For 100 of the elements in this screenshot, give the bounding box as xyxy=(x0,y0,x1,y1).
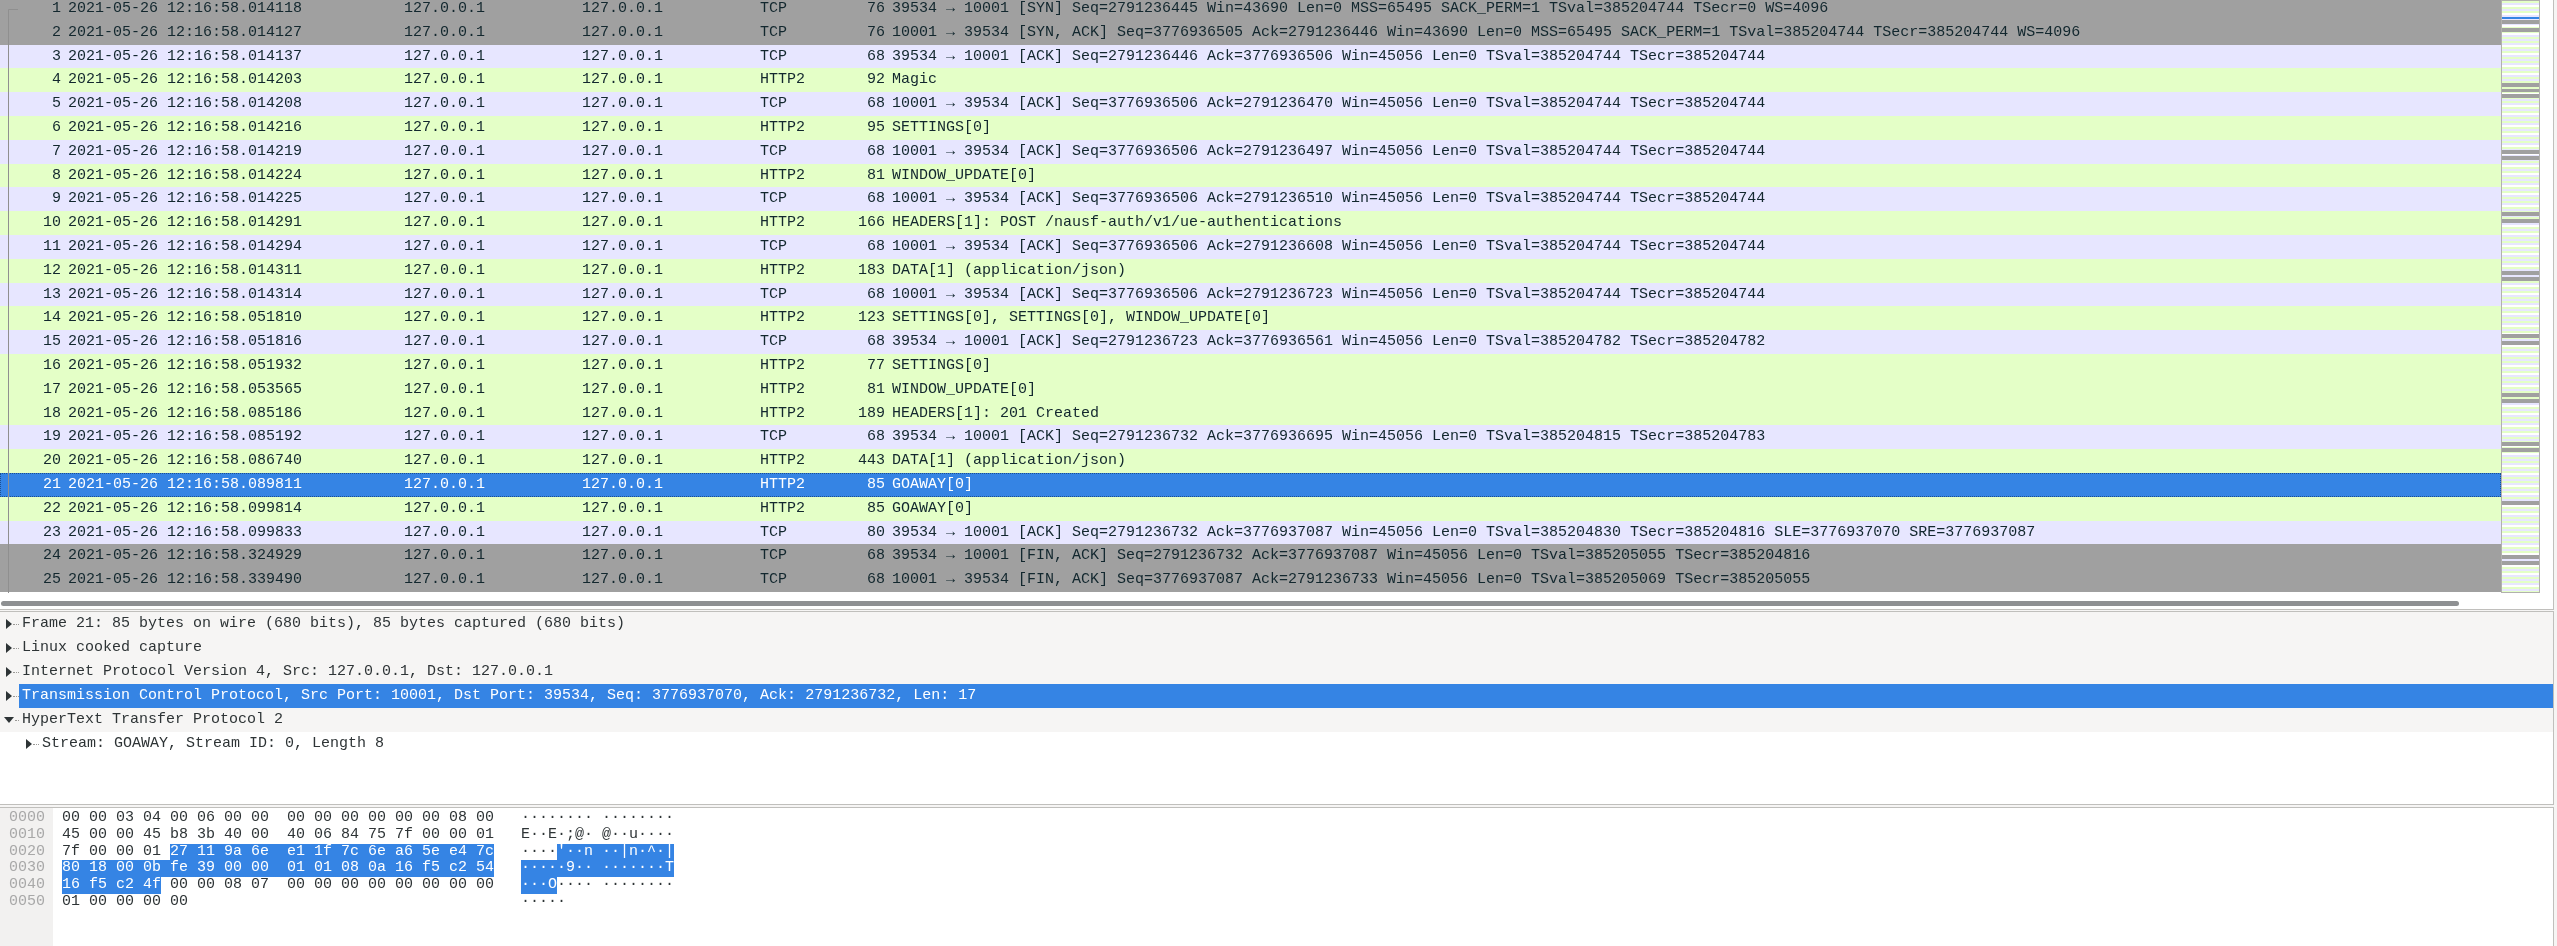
tree-item-label[interactable]: Linux cooked capture xyxy=(19,636,206,660)
packet-number: 13 xyxy=(43,285,61,303)
info-text: GOAWAY[0] xyxy=(892,499,973,517)
timestamp-text: 2021-05-26 12:16:58.014311 xyxy=(68,261,303,279)
ip-address: 127.0.0.1 xyxy=(582,452,663,470)
packet-row[interactable]: 8 2021-05-26 12:16:58.014224 127.0.0.1 127.0.0.1 HTTP2 81 WINDOW_UPDATE[0] xyxy=(0,163,2501,188)
ascii-text[interactable]: ···O xyxy=(521,877,557,894)
packet-row[interactable]: 6 2021-05-26 12:16:58.014216 127.0.0.1 127.0.0.1 HTTP2 95 SETTINGS[0] xyxy=(0,116,2501,140)
packet-row[interactable]: 25 2021-05-26 12:16:58.339490 127.0.0.1 127.0.0.1 TCP 68 10001 → 39534 [FIN, ACK] Seq=3776937087 Ack=2791236733 Win=45056 Len=0 TSval=385205069 TSecr=385205055 xyxy=(0,568,2501,592)
ip-address: 127.0.0.1 xyxy=(582,475,663,493)
packet-row[interactable]: 15 2021-05-26 12:16:58.051816 127.0.0.1 127.0.0.1 TCP 68 39534 → 10001 [ACK] Seq=2791236723 Ack=3776936561 Win=45056 Len=0 TSval=385204782 TSecr=385204782 xyxy=(0,330,2501,354)
info-text: SETTINGS[0] xyxy=(892,119,992,136)
hex-bytes[interactable]: 00 00 03 04 00 06 00 00 00 00 00 00 00 00 08 00 xyxy=(62,810,495,827)
ascii-text[interactable]: ····· xyxy=(521,894,566,911)
packet-row[interactable]: 5 2021-05-26 12:16:58.014208 127.0.0.1 127.0.0.1 TCP 68 10001 → 39534 [ACK] Seq=3776936506 Ack=2791236470 Win=45056 Len=0 TSval=385204744 TSecr=385204744 xyxy=(0,92,2501,116)
timestamp-text: 2021-05-26 12:16:58.014294 xyxy=(68,237,303,255)
ip-address: 127.0.0.1 xyxy=(582,47,663,65)
packet-row[interactable]: 13 2021-05-26 12:16:58.014314 127.0.0.1 127.0.0.1 TCP 68 10001 → 39534 [ACK] Seq=3776936506 Ack=2791236723 Win=45056 Len=0 TSval=385204744 TSecr=385204744 xyxy=(0,282,2501,307)
packet-row[interactable]: 20 2021-05-26 12:16:58.086740 127.0.0.1 127.0.0.1 HTTP2 443 DATA[1] (application/json) xyxy=(0,449,2501,473)
protocol-name: TCP xyxy=(760,23,787,41)
packet-row[interactable]: 9 2021-05-26 12:16:58.014225 127.0.0.1 127.0.0.1 TCP 68 10001 → 39534 [ACK] Seq=3776936506 Ack=2791236510 Win=45056 Len=0 TSval=385204744 TSecr=385204744 xyxy=(0,187,2501,212)
horizontal-scrollbar-thumb[interactable] xyxy=(1,601,2459,606)
packet-number: 1 xyxy=(52,0,61,17)
packet-row[interactable]: 7 2021-05-26 12:16:58.014219 127.0.0.1 127.0.0.1 TCP 68 10001 → 39534 [ACK] Seq=3776936506 Ack=2791236497 Win=45056 Len=0 TSval=385204744 TSecr=385204744 xyxy=(0,139,2501,164)
length-value: 68 xyxy=(867,428,885,446)
protocol-name: HTTP2 xyxy=(760,71,805,89)
packet-row[interactable]: 21 2021-05-26 12:16:58.089811 127.0.0.1 127.0.0.1 HTTP2 85 GOAWAY[0] xyxy=(0,472,2501,497)
packet-row[interactable]: 3 2021-05-26 12:16:58.014137 127.0.0.1 127.0.0.1 TCP 68 39534 → 10001 [ACK] Seq=2791236446 Ack=3776936506 Win=45056 Len=0 TSval=385204744 TSecr=385204744 xyxy=(0,44,2501,69)
tree-item-label[interactable]: Frame 21: 85 bytes on wire (680 bits), 85 bytes captured (680 bits) xyxy=(19,612,629,636)
packet-number: 17 xyxy=(43,380,61,398)
hex-bytes[interactable]: 45 00 00 45 b8 3b 40 00 40 06 84 75 7f 00 00 01 xyxy=(62,826,495,844)
length-value: 80 xyxy=(867,523,885,541)
tree-item-label[interactable]: Transmission Control Protocol, Src Port: 10001, Dst Port: 39534, Seq: 3776937070, Ack: 2791236732, Len: 17 xyxy=(19,684,2553,708)
packet-row[interactable]: 16 2021-05-26 12:16:58.051932 127.0.0.1 127.0.0.1 HTTP2 77 SETTINGS[0] xyxy=(0,353,2501,378)
hex-bytes[interactable]: 27 11 9a 6e e1 1f 7c 6e a6 5e e4 7c xyxy=(170,843,495,861)
info-text: Magic xyxy=(892,71,937,89)
ascii-text[interactable]: ········ ········ xyxy=(521,810,675,827)
length-value: 68 xyxy=(867,190,885,208)
packet-row[interactable]: 1 2021-05-26 12:16:58.014118 127.0.0.1 127.0.0.1 TCP 76 39534 → 10001 [SYN] Seq=2791236445 Win=43690 Len=0 MSS=65495 SACK_PERM=1 TSval=385204744 TSecr=0 WS=4096 xyxy=(0,0,2501,21)
hex-bytes[interactable]: 7f 00 00 01 xyxy=(62,843,162,861)
packet-row[interactable]: 22 2021-05-26 12:16:58.099814 127.0.0.1 127.0.0.1 HTTP2 85 GOAWAY[0] xyxy=(0,496,2501,521)
packet-row[interactable]: 14 2021-05-26 12:16:58.051810 127.0.0.1 127.0.0.1 HTTP2 123 SETTINGS[0], SETTINGS[0], WINDOW_UPDATE[0] xyxy=(0,306,2501,331)
ascii-text[interactable]: ···· ········ xyxy=(557,877,675,894)
ip-address: 127.0.0.1 xyxy=(582,237,663,255)
packet-minimap-drawing[interactable] xyxy=(2501,0,2540,593)
tree-item-label[interactable]: Stream: GOAWAY, Stream ID: 0, Length 8 xyxy=(39,732,388,756)
tree-item-label[interactable]: Internet Protocol Version 4, Src: 127.0.0.1, Dst: 127.0.0.1 xyxy=(19,660,557,684)
offset-label: 0030 xyxy=(9,860,45,878)
ip-address: 127.0.0.1 xyxy=(582,166,663,184)
caret-down-icon[interactable] xyxy=(4,717,14,723)
packet-row[interactable]: 4 2021-05-26 12:16:58.014203 127.0.0.1 127.0.0.1 HTTP2 92 Magic xyxy=(0,68,2501,93)
packet-row[interactable]: 19 2021-05-26 12:16:58.085192 127.0.0.1 127.0.0.1 TCP 68 39534 → 10001 [ACK] Seq=2791236732 Ack=3776936695 Win=45056 Len=0 TSval=385204815 TSecr=385204783 xyxy=(0,425,2501,450)
packet-number: 8 xyxy=(52,166,61,184)
caret-right-icon[interactable] xyxy=(6,619,12,629)
caret-right-icon[interactable] xyxy=(6,667,12,677)
ascii-text[interactable]: '··n ··|n·^·| xyxy=(557,843,675,861)
ascii-text[interactable]: ···· xyxy=(521,843,557,861)
ip-address: 127.0.0.1 xyxy=(404,142,485,160)
packet-row[interactable]: 18 2021-05-26 12:16:58.085186 127.0.0.1 127.0.0.1 HTTP2 189 HEADERS[1]: 201 Created xyxy=(0,401,2501,426)
timestamp-text: 2021-05-26 12:16:58.014208 xyxy=(68,95,303,113)
packet-row[interactable]: 12 2021-05-26 12:16:58.014311 127.0.0.1 127.0.0.1 HTTP2 183 DATA[1] (application/json) xyxy=(0,258,2501,283)
timestamp-text: 2021-05-26 12:16:58.339490 xyxy=(68,571,303,589)
packet-row[interactable]: 10 2021-05-26 12:16:58.014291 127.0.0.1 127.0.0.1 HTTP2 166 HEADERS[1]: POST /nausf-auth/v1/ue-authentications xyxy=(0,211,2501,235)
packet-row[interactable]: 2 2021-05-26 12:16:58.014127 127.0.0.1 127.0.0.1 TCP 76 10001 → 39534 [SYN, ACK] Seq=3776936505 Ack=2791236446 Win=43690 Len=0 MSS=65495 SACK_PERM=1 TSval=385204744 TSecr=385204744 WS=4096 xyxy=(0,20,2501,45)
hex-bytes[interactable]: 01 00 00 00 00 xyxy=(62,894,189,911)
packet-number: 16 xyxy=(43,356,61,374)
offset-label: 0040 xyxy=(9,877,45,894)
ip-address: 127.0.0.1 xyxy=(582,309,663,327)
length-value: 189 xyxy=(858,404,885,422)
caret-right-icon[interactable] xyxy=(6,643,12,653)
packet-row[interactable]: 23 2021-05-26 12:16:58.099833 127.0.0.1 127.0.0.1 TCP 80 39534 → 10001 [ACK] Seq=2791236732 Ack=3776937087 Win=45056 Len=0 TSval=385204830 TSecr=385204816 SLE=3776937070 SRE=3776937087 xyxy=(0,520,2501,545)
ip-address: 127.0.0.1 xyxy=(404,23,485,41)
protocol-name: TCP xyxy=(760,0,787,17)
caret-right-icon[interactable] xyxy=(26,739,32,749)
packet-row[interactable]: 17 2021-05-26 12:16:58.053565 127.0.0.1 127.0.0.1 HTTP2 81 WINDOW_UPDATE[0] xyxy=(0,377,2501,402)
packet-number: 18 xyxy=(43,404,61,422)
ip-address: 127.0.0.1 xyxy=(404,523,485,541)
info-text: 39534 → 10001 [ACK] Seq=2791236723 Ack=3776936561 Win=45056 Len=0 TSval=385204782 TSecr=385204782 xyxy=(892,333,1766,351)
hex-bytes[interactable]: 80 18 00 0b fe 39 00 00 01 01 08 0a 16 f5 c2 54 xyxy=(62,860,495,878)
ascii-text[interactable]: E··E·;@· @··u···· xyxy=(521,826,675,844)
ascii-text[interactable]: ·····9·· ·······T xyxy=(521,860,675,878)
packet-row[interactable]: 24 2021-05-26 12:16:58.324929 127.0.0.1 127.0.0.1 TCP 68 39534 → 10001 [FIN, ACK] Seq=2791236732 Ack=3776937087 Win=45056 Len=0 TSval=385205055 TSecr=385204816 xyxy=(0,544,2501,569)
hex-bytes[interactable]: 16 f5 c2 4f xyxy=(62,877,162,894)
ip-address: 127.0.0.1 xyxy=(582,571,663,589)
info-text: GOAWAY[0] xyxy=(892,475,973,493)
packet-number: 14 xyxy=(43,309,61,327)
length-value: 95 xyxy=(867,119,885,136)
info-text: 10001 → 39534 [FIN, ACK] Seq=3776937087 Ack=2791236733 Win=45056 Len=0 TSval=385205069 TSecr=385205055 xyxy=(892,571,1811,589)
caret-right-icon[interactable] xyxy=(6,691,12,701)
timestamp-text: 2021-05-26 12:16:58.089811 xyxy=(68,475,303,493)
timestamp-text: 2021-05-26 12:16:58.014137 xyxy=(68,47,303,65)
packet-row[interactable]: 11 2021-05-26 12:16:58.014294 127.0.0.1 127.0.0.1 TCP 68 10001 → 39534 [ACK] Seq=3776936506 Ack=2791236608 Win=45056 Len=0 TSval=385204744 TSecr=385204744 xyxy=(0,234,2501,259)
tree-item-label[interactable]: HyperText Transfer Protocol 2 xyxy=(19,708,287,732)
length-value: 68 xyxy=(867,333,885,351)
length-value: 85 xyxy=(867,499,885,517)
packet-number: 4 xyxy=(52,71,61,89)
timestamp-text: 2021-05-26 12:16:58.014314 xyxy=(68,285,303,303)
info-text: HEADERS[1]: POST /nausf-auth/v1/ue-authentications xyxy=(892,214,1343,232)
hex-bytes[interactable]: 00 00 08 07 00 00 00 00 00 00 00 00 xyxy=(170,877,495,894)
offset-label: 0010 xyxy=(9,826,45,844)
